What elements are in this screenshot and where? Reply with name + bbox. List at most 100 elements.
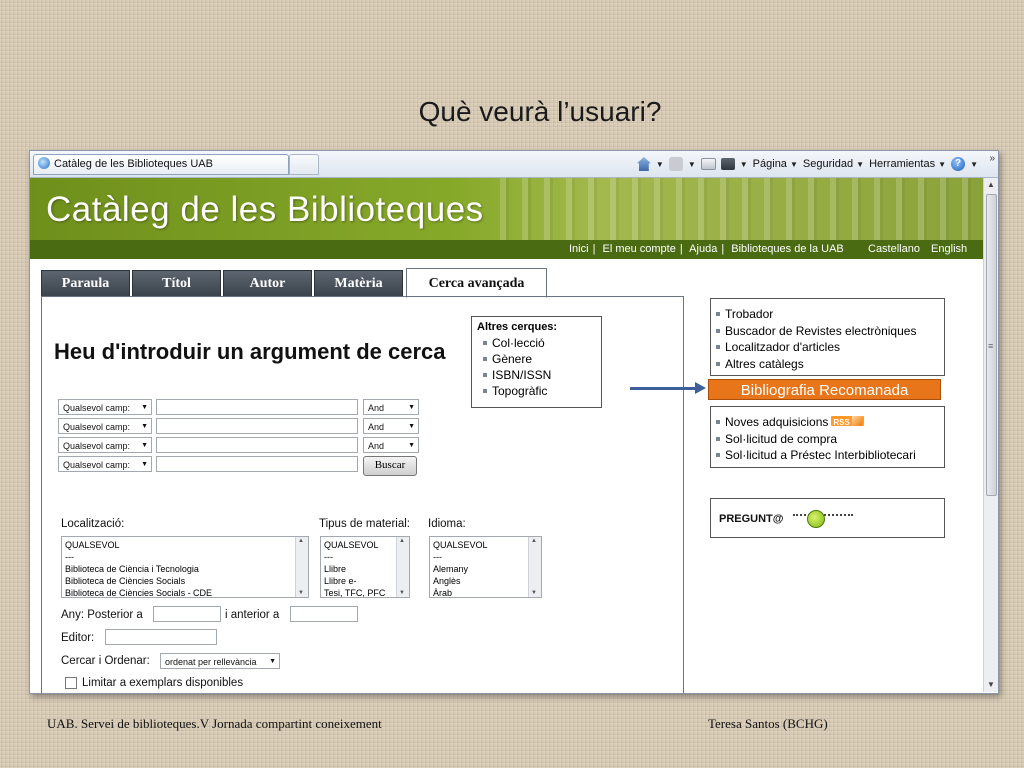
tab-materia[interactable]: Matèria [314,270,403,296]
site-header: Catàleg de les Biblioteques Inici | El me… [30,178,983,259]
tab-titol[interactable]: Títol [132,270,221,296]
nav-link-compte[interactable]: El meu compte [602,243,675,255]
altres-link-isbn[interactable]: ISBN/ISSN [472,367,601,383]
chevron-down-icon[interactable]: ▼ [688,160,696,169]
field-select-4[interactable]: Qualsevol camp: [58,456,152,473]
tab-cerca-avancada[interactable]: Cerca avançada [406,268,547,298]
nav-link-biblioteques[interactable]: Biblioteques de la UAB [731,243,844,255]
link-solicitud-compra[interactable]: Sol·licitud de compra [711,431,944,448]
list-item[interactable]: --- [65,551,294,563]
ie-page-icon [38,157,50,169]
feeds-icon[interactable] [668,157,683,171]
search-input-1[interactable] [156,399,358,415]
field-select-1[interactable]: Qualsevol camp: [58,399,152,416]
localitzacio-label: Localització: [61,518,125,530]
pregunta-box[interactable]: PREGUNT@ [710,498,945,538]
list-item[interactable]: --- [324,551,395,563]
home-icon[interactable] [636,157,651,171]
nav-link-ajuda[interactable]: Ajuda [689,243,717,255]
mail-icon[interactable] [700,158,716,170]
search-input-3[interactable] [156,437,358,453]
localitzacio-list[interactable]: QUALSEVOL --- Biblioteca de Ciència i Te… [61,536,309,598]
slide-title: Què veurà l’usuari? [418,96,662,127]
page-menu[interactable]: Página ▼ [753,158,798,170]
buscar-button[interactable]: Buscar [363,456,417,476]
link-buscador-revistes[interactable]: Buscador de Revistes electròniques [711,323,944,340]
page-scrollbar[interactable]: ▲ ≡ ▼ [983,178,998,692]
callout-arrow [630,387,698,390]
any-posterior-input[interactable] [153,606,221,622]
altres-link-colleccio[interactable]: Col·lecció [472,335,601,351]
lang-english[interactable]: English [931,243,967,255]
lang-castellano[interactable]: Castellano [868,243,920,255]
link-solicitud-prestec[interactable]: Sol·licitud a Préstec Interbibliotecari [711,447,944,464]
browser-tab[interactable]: Catàleg de les Biblioteques UAB [33,154,289,175]
site-title: Catàleg de les Biblioteques [46,190,484,229]
scroll-up-icon[interactable]: ▲ [986,180,996,190]
search-input-2[interactable] [156,418,358,434]
limitar-checkbox[interactable] [65,677,77,689]
tools-menu[interactable]: Herramientas ▼ [869,158,946,170]
link-noves-adquisicions[interactable]: Noves adquisicions RSS [711,414,944,431]
chevron-down-icon[interactable]: ▼ [656,160,664,169]
header-banner-image [500,178,980,240]
scroll-thumb[interactable]: ≡ [986,194,997,496]
operator-select-2[interactable]: And [363,418,419,435]
link-altres-catalegs[interactable]: Altres catàlegs [711,356,944,373]
rss-icon[interactable]: RSS [831,416,864,427]
browser-window: Catàleg de les Biblioteques UAB ▼ ▼ ▼ Pá… [29,150,999,694]
list-item[interactable]: Anglès [433,575,527,587]
list-scrollbar[interactable]: ▲ ▼ [295,537,308,597]
toolbar-overflow-icon[interactable]: » [989,153,995,164]
tipus-material-list[interactable]: QUALSEVOL --- Llibre Llibre e- Tesi, TFC… [320,536,410,598]
field-select-2[interactable]: Qualsevol camp: [58,418,152,435]
tab-paraula[interactable]: Paraula [41,270,130,296]
any-anterior-label: i anterior a [225,609,280,621]
editor-label: Editor: [61,632,95,644]
editor-input[interactable] [105,629,217,645]
ordenar-label: Cercar i Ordenar: [61,655,150,667]
operator-select-1[interactable]: And [363,399,419,416]
tipus-material-label: Tipus de material: [319,518,410,530]
nav-link-inici[interactable]: Inici [569,243,589,255]
list-item[interactable]: Llibre [324,563,395,575]
list-item[interactable]: Llibre e- [324,575,395,587]
list-item[interactable]: Tesi, TFC, PFC [324,587,395,597]
list-item[interactable]: QUALSEVOL [324,539,395,551]
field-select-3[interactable]: Qualsevol camp: [58,437,152,454]
bibliografia-recomanada-button[interactable]: Bibliografia Recomanada [708,379,941,400]
resources-box: Trobador Buscador de Revistes electròniq… [710,298,945,376]
print-icon[interactable] [720,158,735,170]
list-item[interactable]: Biblioteca de Ciència i Tecnologia [65,563,294,575]
list-item[interactable]: Biblioteca de Ciències Socials [65,575,294,587]
list-item[interactable]: QUALSEVOL [433,539,527,551]
new-tab-button[interactable] [289,154,319,175]
any-anterior-input[interactable] [290,606,358,622]
ordenar-select[interactable]: ordenat per rellevància [160,653,280,670]
list-scrollbar[interactable]: ▲ ▼ [528,537,541,597]
browser-toolbar: Catàleg de les Biblioteques UAB ▼ ▼ ▼ Pá… [30,151,998,178]
site-nav-bar: Inici | El meu compte | Ajuda | Biblioteque… [30,240,983,259]
list-item[interactable]: Àrab [433,587,527,597]
operator-select-3[interactable]: And [363,437,419,454]
link-localitzador-articles[interactable]: Localitzador d'articles [711,339,944,356]
list-item[interactable]: Biblioteca de Ciències Socials - CDE [65,587,294,597]
list-item[interactable]: --- [433,551,527,563]
tab-autor[interactable]: Autor [223,270,312,296]
chevron-down-icon[interactable]: ▼ [740,160,748,169]
altres-link-topografic[interactable]: Topogràfic [472,383,601,399]
list-item[interactable]: QUALSEVOL [65,539,294,551]
security-menu[interactable]: Seguridad ▼ [803,158,864,170]
idioma-list[interactable]: QUALSEVOL --- Alemany Anglès Àrab ▲ ▼ [429,536,542,598]
link-trobador[interactable]: Trobador [711,306,944,323]
slide-footer-right: Teresa Santos (BCHG) [708,716,828,731]
chevron-down-icon[interactable]: ▼ [970,160,978,169]
help-icon[interactable]: ? [951,157,966,171]
limitar-label: Limitar a exemplars disponibles [82,677,244,689]
search-input-4[interactable] [156,456,358,472]
altres-link-genere[interactable]: Gènere [472,351,601,367]
list-item[interactable]: Alemany [433,563,527,575]
scroll-down-icon[interactable]: ▼ [986,680,996,690]
altres-cerques-title: Altres cerques: [477,321,558,333]
list-scrollbar[interactable]: ▲ ▼ [396,537,409,597]
